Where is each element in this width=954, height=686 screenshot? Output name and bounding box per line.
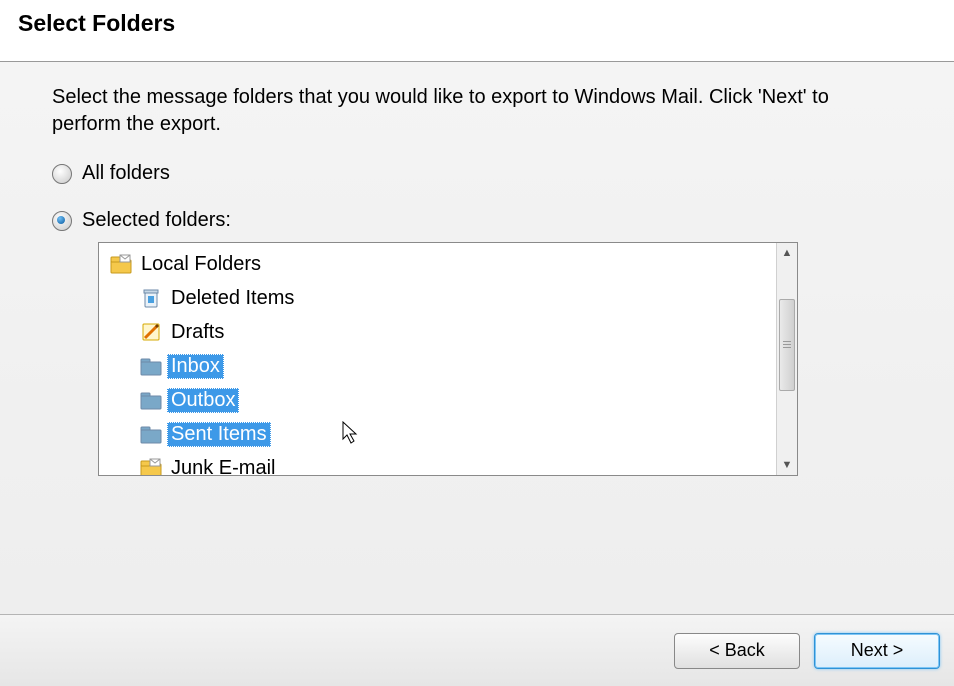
folder-tree-content: Local Folders Deleted Items <box>99 243 776 475</box>
folder-icon <box>139 388 163 412</box>
wizard-window: Select Folders Select the message folder… <box>0 0 954 686</box>
tree-item-label: Junk E-mail <box>167 456 279 476</box>
radio-icon <box>52 164 72 184</box>
wizard-body: Select the message folders that you woul… <box>0 62 954 614</box>
tree-item-deleted[interactable]: Deleted Items <box>99 281 776 315</box>
folder-icon <box>139 354 163 378</box>
radio-selected-label: Selected folders: <box>82 209 231 232</box>
tree-item-outbox[interactable]: Outbox <box>99 383 776 417</box>
tree-item-junk[interactable]: Junk E-mail <box>99 451 776 475</box>
tree-item-label: Outbox <box>167 388 239 413</box>
radio-all-folders[interactable]: All folders <box>52 162 902 185</box>
tree-item-inbox[interactable]: Inbox <box>99 349 776 383</box>
tree-item-label: Deleted Items <box>167 286 298 311</box>
page-title: Select Folders <box>18 10 936 37</box>
tree-item-label: Drafts <box>167 320 228 345</box>
tree-item-root[interactable]: Local Folders <box>99 247 776 281</box>
wizard-footer: < Back Next > <box>0 614 954 686</box>
folder-icon <box>139 422 163 446</box>
scroll-track[interactable] <box>777 263 797 455</box>
tree-scrollbar[interactable]: ▲ ▼ <box>776 243 797 475</box>
next-button[interactable]: Next > <box>814 633 940 669</box>
tree-item-label: Inbox <box>167 354 224 379</box>
tree-item-label: Sent Items <box>167 422 271 447</box>
instructions-text: Select the message folders that you woul… <box>52 84 902 138</box>
wizard-header: Select Folders <box>0 0 954 62</box>
radio-all-label: All folders <box>82 162 170 185</box>
scroll-thumb[interactable] <box>779 299 795 391</box>
tree-item-drafts[interactable]: Drafts <box>99 315 776 349</box>
tree-item-label: Local Folders <box>137 252 265 277</box>
folder-tree[interactable]: Local Folders Deleted Items <box>98 242 798 476</box>
scroll-down-icon[interactable]: ▼ <box>777 455 797 475</box>
drafts-icon <box>139 320 163 344</box>
trash-icon <box>139 286 163 310</box>
tree-item-sent[interactable]: Sent Items <box>99 417 776 451</box>
radio-selected-folders[interactable]: Selected folders: <box>52 209 902 232</box>
back-button[interactable]: < Back <box>674 633 800 669</box>
root-folder-icon <box>109 252 133 276</box>
radio-icon <box>52 211 72 231</box>
junk-icon <box>139 456 163 475</box>
scroll-up-icon[interactable]: ▲ <box>777 243 797 263</box>
